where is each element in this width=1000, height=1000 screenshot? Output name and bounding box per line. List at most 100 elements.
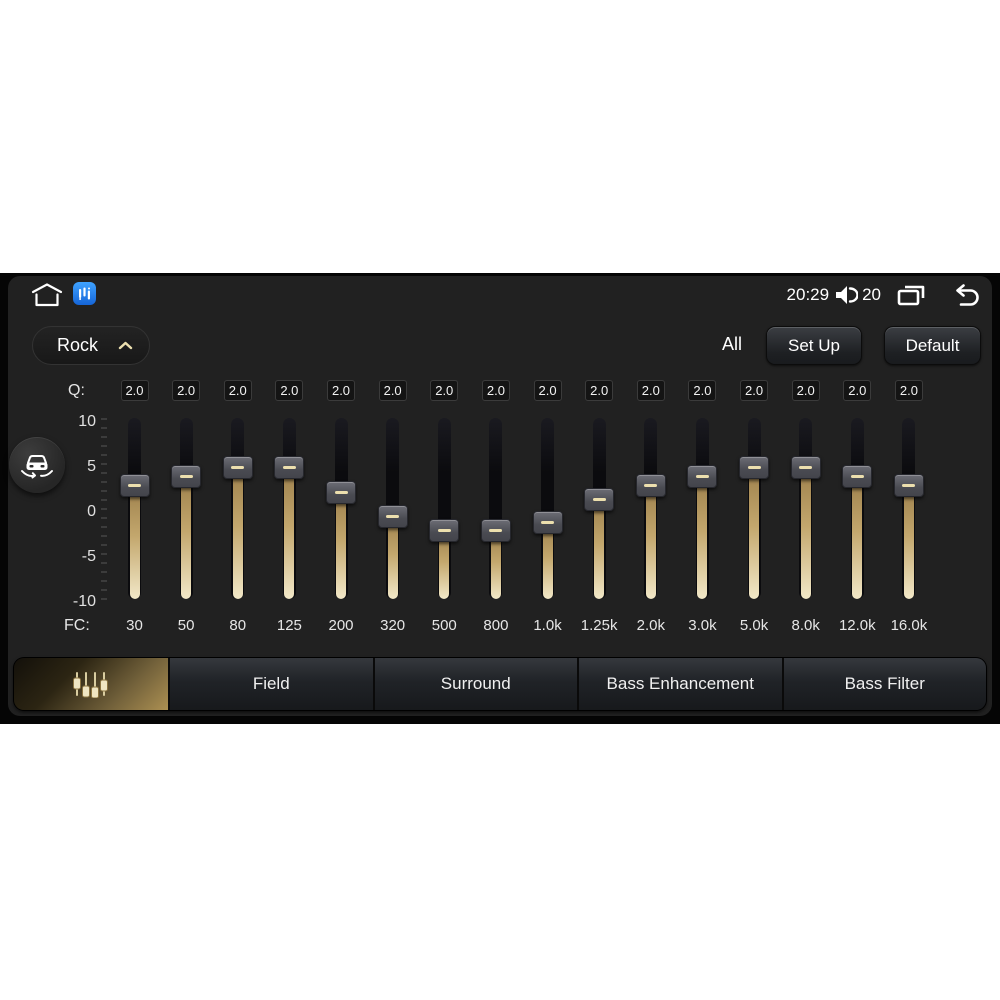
gain-scale-tick xyxy=(101,508,107,510)
slider-track-fill xyxy=(749,467,760,599)
gain-scale-tick xyxy=(101,499,107,501)
tab-surround[interactable]: Surround xyxy=(372,658,577,710)
gain-scale-tick xyxy=(101,517,107,519)
fc-row-label: FC: xyxy=(64,617,90,634)
q-value-box[interactable]: 2.0 xyxy=(378,380,407,401)
gain-scale-tick xyxy=(101,571,107,573)
q-value-box[interactable]: 2.0 xyxy=(533,380,562,401)
eq-band-slider[interactable] xyxy=(377,418,409,599)
gain-scale-tick xyxy=(101,436,107,438)
slider-track-fill xyxy=(697,476,708,599)
tab-bass-filter[interactable]: Bass Filter xyxy=(781,658,986,710)
q-value-box[interactable]: 2.0 xyxy=(172,380,201,401)
q-value-box[interactable]: 2.0 xyxy=(430,380,459,401)
bottom-tab-bar: Field Surround Bass Enhancement Bass Filter xyxy=(14,658,986,710)
default-button[interactable]: Default xyxy=(884,326,981,365)
slider-track-fill xyxy=(232,467,243,599)
eq-slider-thumb[interactable] xyxy=(739,455,770,479)
q-value-box[interactable]: 2.0 xyxy=(636,380,665,401)
gain-scale-label: -5 xyxy=(81,548,96,565)
eq-slider-thumb[interactable] xyxy=(119,473,150,497)
tab-field[interactable]: Field xyxy=(168,658,373,710)
speaker-icon xyxy=(834,284,859,306)
slider-track-fill xyxy=(387,516,398,599)
q-value-box[interactable]: 2.0 xyxy=(327,380,356,401)
q-value-box[interactable]: 2.0 xyxy=(688,380,717,401)
eq-band-slider[interactable] xyxy=(686,418,718,599)
eq-slider-thumb[interactable] xyxy=(635,473,666,497)
eq-slider-thumb[interactable] xyxy=(377,505,408,528)
recent-apps-icon[interactable] xyxy=(896,283,927,307)
thumb-marker xyxy=(128,483,141,487)
eq-slider-thumb[interactable] xyxy=(842,464,873,488)
eq-slider-thumb[interactable] xyxy=(480,519,511,543)
thumb-marker xyxy=(489,529,503,533)
gain-scale-label: 10 xyxy=(78,413,96,430)
eq-band-slider[interactable] xyxy=(893,418,925,599)
thumb-marker xyxy=(386,515,400,518)
slider-track-fill xyxy=(284,467,295,599)
statusbar-right: 20:29 20 xyxy=(787,282,980,308)
eq-band-slider[interactable] xyxy=(738,418,770,599)
eq-slider-thumb[interactable] xyxy=(274,455,305,479)
gain-scale-tick xyxy=(101,481,107,483)
eq-band-slider[interactable] xyxy=(790,418,822,599)
eq-band-slider[interactable] xyxy=(170,418,202,599)
eq-band-slider[interactable] xyxy=(480,418,512,599)
thumb-marker xyxy=(231,465,245,469)
gain-scale-tick xyxy=(101,580,107,582)
gain-scale-tick xyxy=(101,544,107,546)
gain-scale-tick xyxy=(101,454,107,456)
eq-app-icon[interactable] xyxy=(73,282,96,305)
setup-button[interactable]: Set Up xyxy=(766,326,862,365)
slider-track-fill xyxy=(181,476,192,599)
q-value-box[interactable]: 2.0 xyxy=(585,380,614,401)
eq-slider-thumb[interactable] xyxy=(790,455,821,479)
gain-scale-tick xyxy=(101,553,107,555)
q-value-box[interactable]: 2.0 xyxy=(275,380,304,401)
eq-band-slider[interactable] xyxy=(222,418,254,599)
sound-field-fab[interactable] xyxy=(9,437,65,493)
thumb-marker xyxy=(695,474,709,478)
eq-band-slider[interactable] xyxy=(119,418,151,599)
gain-scale-tick xyxy=(101,562,107,564)
q-value-box[interactable]: 2.0 xyxy=(223,380,252,401)
q-value-box[interactable]: 2.0 xyxy=(740,380,769,401)
preset-dropdown[interactable]: Rock xyxy=(32,326,150,365)
eq-slider-thumb[interactable] xyxy=(222,455,253,479)
chevron-up-icon xyxy=(118,341,133,350)
car-head-unit-screen: 20:29 20 Rock All Set Up Default Q: FC: … xyxy=(0,273,1000,724)
q-value-box[interactable]: 2.0 xyxy=(120,380,149,401)
eq-band-slider[interactable] xyxy=(583,418,615,599)
q-value-box[interactable]: 2.0 xyxy=(481,380,510,401)
q-value-box[interactable]: 2.0 xyxy=(843,380,872,401)
slider-track-fill xyxy=(800,467,811,599)
eq-slider-thumb[interactable] xyxy=(429,519,460,543)
eq-slider-thumb[interactable] xyxy=(171,464,202,488)
gain-scale-tick xyxy=(101,427,107,429)
slider-track-fill xyxy=(645,485,656,599)
back-icon[interactable] xyxy=(950,283,980,307)
tab-label: Field xyxy=(252,674,290,693)
eq-band-slider[interactable] xyxy=(532,418,564,599)
q-value-box[interactable]: 2.0 xyxy=(894,380,923,401)
eq-band-slider[interactable] xyxy=(635,418,667,599)
eq-band-slider[interactable] xyxy=(428,418,460,599)
eq-slider-thumb[interactable] xyxy=(326,480,357,504)
eq-slider-thumb[interactable] xyxy=(532,511,563,535)
home-icon[interactable] xyxy=(30,282,64,308)
eq-slider-thumb[interactable] xyxy=(687,464,718,488)
eq-slider-thumb[interactable] xyxy=(893,473,924,497)
tab-label: Surround xyxy=(440,674,511,693)
q-value-box[interactable]: 2.0 xyxy=(791,380,820,401)
gain-scale-tick xyxy=(101,445,107,447)
eq-band-slider[interactable] xyxy=(841,418,873,599)
eq-band-slider[interactable] xyxy=(325,418,357,599)
thumb-marker xyxy=(334,490,348,494)
eq-slider-thumb[interactable] xyxy=(584,487,615,511)
eq-band-slider[interactable] xyxy=(273,418,305,599)
tab-bass-enhancement[interactable]: Bass Enhancement xyxy=(577,658,782,710)
gain-scale-tick xyxy=(101,490,107,492)
tab-equalizer[interactable] xyxy=(14,658,168,710)
fc-value-label: 16.0k xyxy=(890,617,928,634)
